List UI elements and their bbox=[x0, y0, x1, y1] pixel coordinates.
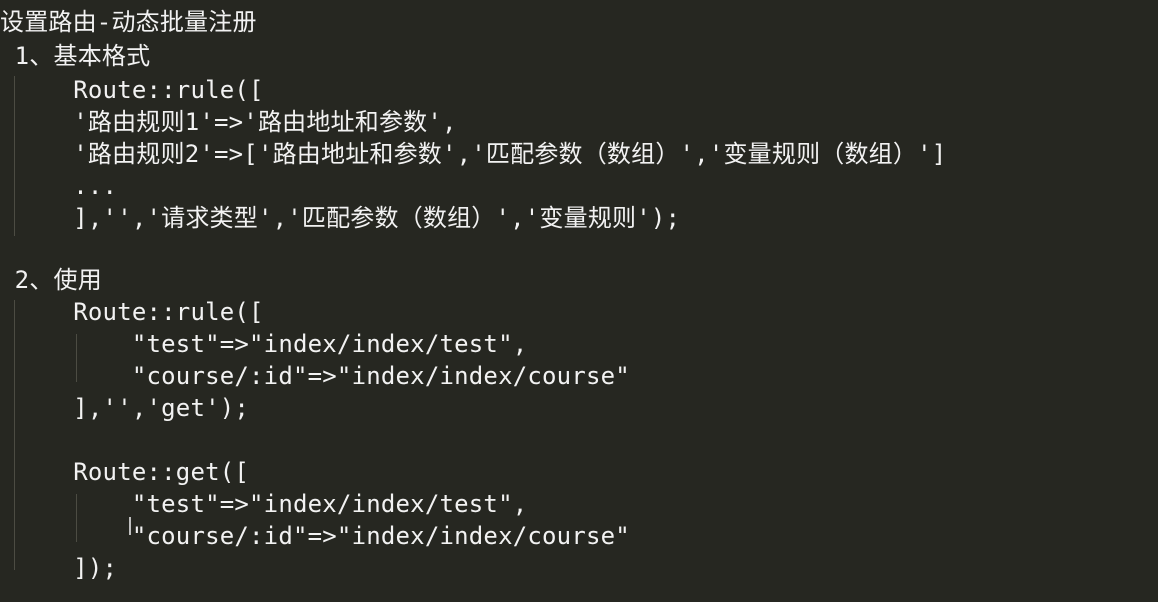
code-line[interactable]: Route::get([ bbox=[0, 456, 249, 488]
code-line[interactable]: ... bbox=[0, 170, 117, 202]
code-line[interactable]: ]); bbox=[0, 552, 117, 584]
code-line[interactable]: '路由规则1'=>'路由地址和参数', bbox=[0, 106, 457, 138]
code-editor[interactable]: 设置路由-动态批量注册 1、基本格式 Route::rule([ '路由规则1'… bbox=[0, 0, 1158, 602]
code-line[interactable]: '路由规则2'=>['路由地址和参数','匹配参数（数组）','变量规则（数组）… bbox=[0, 138, 946, 170]
code-line[interactable]: "test"=>"index/index/test", bbox=[0, 488, 527, 520]
code-line[interactable]: ],'','get'); bbox=[0, 392, 249, 424]
code-line[interactable]: "course/:id"=>"index/index/course" bbox=[0, 520, 630, 552]
code-line[interactable]: 1、基本格式 bbox=[0, 40, 150, 72]
text-cursor bbox=[129, 517, 131, 535]
code-line[interactable]: Route::rule([ bbox=[0, 296, 264, 328]
code-line[interactable]: "test"=>"index/index/test", bbox=[0, 328, 527, 360]
code-line[interactable]: 2、使用 bbox=[0, 264, 102, 296]
code-line[interactable]: 设置路由-动态批量注册 bbox=[0, 6, 257, 38]
code-line[interactable]: ],'','请求类型','匹配参数（数组）','变量规则'); bbox=[0, 202, 680, 234]
code-line[interactable]: Route::rule([ bbox=[0, 74, 264, 106]
code-line[interactable]: "course/:id"=>"index/index/course" bbox=[0, 360, 630, 392]
